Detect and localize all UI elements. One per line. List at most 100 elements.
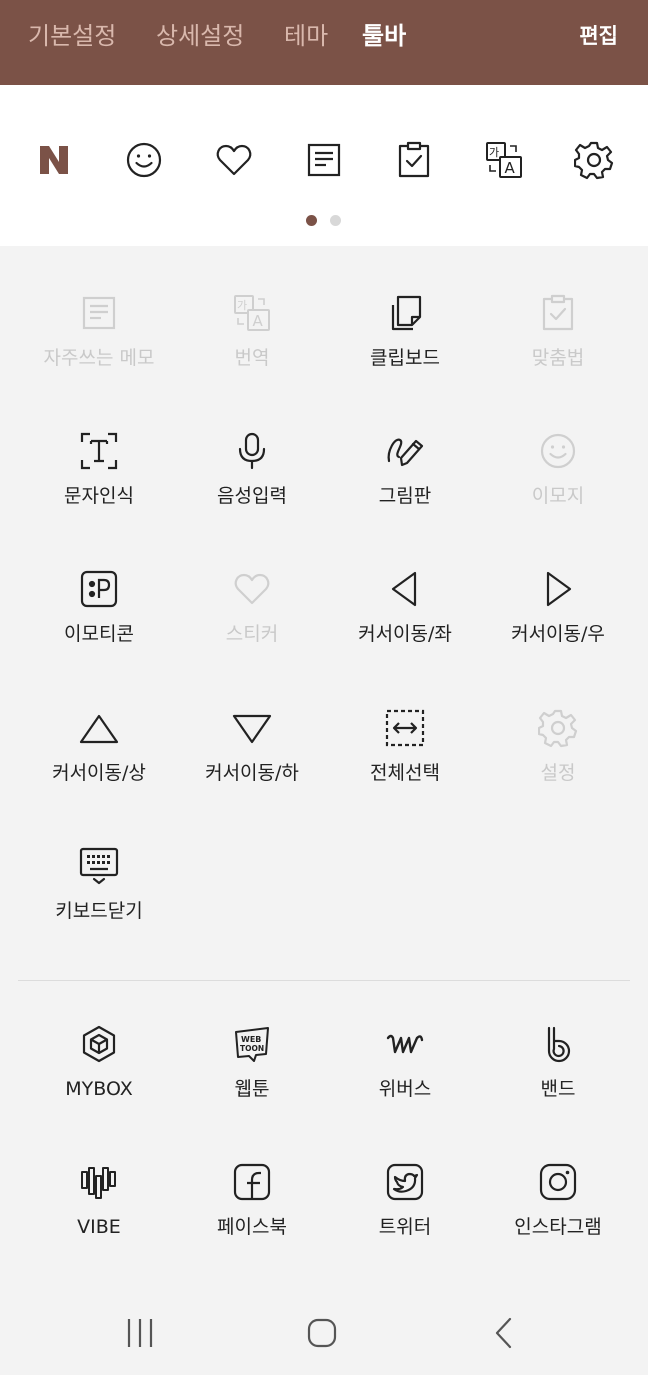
- naver-n-icon[interactable]: [34, 140, 74, 180]
- facebook-icon: [232, 1162, 272, 1202]
- tool-translate[interactable]: 가A 번역: [171, 293, 333, 413]
- home-icon[interactable]: [302, 1316, 342, 1350]
- app-label: 웹툰: [234, 1078, 270, 1100]
- app-label: VIBE: [77, 1216, 121, 1238]
- select-all-icon: [385, 708, 425, 748]
- back-icon[interactable]: [484, 1316, 524, 1350]
- keyboard-close-icon: [79, 846, 119, 886]
- tool-frequent-memo[interactable]: 자주쓰는 메모: [18, 293, 180, 413]
- tool-cursor-up[interactable]: 커서이동/상: [18, 708, 180, 828]
- heart-icon: [232, 569, 272, 609]
- triangle-left-icon: [385, 569, 425, 609]
- tool-label: 맞춤법: [531, 347, 585, 369]
- tool-label: 자주쓰는 메모: [43, 347, 155, 369]
- tool-close-keyboard[interactable]: 키보드닫기: [18, 846, 180, 966]
- tool-label: 클립보드: [370, 347, 440, 369]
- heart-icon[interactable]: [214, 140, 254, 180]
- emoji-icon[interactable]: [124, 140, 164, 180]
- tool-label: 커서이동/상: [52, 762, 146, 784]
- band-icon: [538, 1024, 578, 1064]
- tool-cursor-left[interactable]: 커서이동/좌: [324, 569, 486, 689]
- system-nav-bar: [0, 1290, 648, 1375]
- webtoon-badge-bottom: TOON: [240, 1044, 264, 1053]
- app-weverse[interactable]: 위버스: [324, 1024, 486, 1144]
- gear-icon: [538, 708, 578, 748]
- app-vibe[interactable]: VIBE: [18, 1162, 180, 1282]
- page-indicator-dot-active: [306, 215, 317, 226]
- translate-icon[interactable]: 가A: [484, 140, 524, 180]
- text-recognition-icon: [79, 431, 119, 471]
- svg-text:A: A: [253, 312, 264, 330]
- microphone-icon: [232, 431, 272, 471]
- top-tab-bar: 기본설정 상세설정 테마 툴바 편집: [0, 0, 648, 85]
- app-facebook[interactable]: 페이스북: [171, 1162, 333, 1282]
- tool-text-recognition[interactable]: 문자인식: [18, 431, 180, 551]
- app-instagram[interactable]: 인스타그램: [477, 1162, 639, 1282]
- pencil-icon: [385, 431, 425, 471]
- app-mybox[interactable]: MYBOX: [18, 1024, 180, 1144]
- recent-apps-icon[interactable]: [120, 1316, 160, 1350]
- emoji-icon: [538, 431, 578, 471]
- mybox-icon: [79, 1024, 119, 1064]
- section-divider: [18, 980, 630, 981]
- app-band[interactable]: 밴드: [477, 1024, 639, 1144]
- app-label: 밴드: [540, 1078, 576, 1100]
- tool-drawing-board[interactable]: 그림판: [324, 431, 486, 551]
- memo-icon[interactable]: [304, 140, 344, 180]
- tool-label: 커서이동/좌: [358, 623, 452, 645]
- tool-label: 음성입력: [217, 485, 287, 507]
- clipboard-check-icon[interactable]: [394, 140, 434, 180]
- vibe-icon: [79, 1162, 119, 1202]
- tool-label: 스티커: [225, 623, 279, 645]
- tab-theme[interactable]: 테마: [284, 19, 328, 53]
- svg-text:가: 가: [489, 146, 499, 159]
- tool-cursor-right[interactable]: 커서이동/우: [477, 569, 639, 689]
- tool-label: 이모지: [531, 485, 585, 507]
- tool-label: 전체선택: [370, 762, 440, 784]
- app-label: 트위터: [378, 1216, 432, 1238]
- tool-label: 번역: [234, 347, 270, 369]
- tool-voice-input[interactable]: 음성입력: [171, 431, 333, 551]
- tool-emoji[interactable]: 이모지: [477, 431, 639, 551]
- app-label: 인스타그램: [514, 1216, 602, 1238]
- app-webtoon[interactable]: WEB TOON 웹툰: [171, 1024, 333, 1144]
- tool-label: 설정: [540, 762, 576, 784]
- tool-clipboard[interactable]: 클립보드: [324, 293, 486, 413]
- tool-sticker[interactable]: 스티커: [171, 569, 333, 689]
- webtoon-icon: WEB TOON: [232, 1024, 272, 1064]
- instagram-icon: [538, 1162, 578, 1202]
- tab-basic-settings[interactable]: 기본설정: [28, 19, 116, 53]
- tool-select-all[interactable]: 전체선택: [324, 708, 486, 828]
- triangle-up-icon: [79, 708, 119, 748]
- toolbar-preview-strip: 가A: [0, 85, 648, 246]
- tool-label: 커서이동/하: [205, 762, 299, 784]
- tool-label: 문자인식: [64, 485, 134, 507]
- app-label: MYBOX: [65, 1078, 133, 1100]
- spellcheck-icon: [538, 293, 578, 333]
- edit-button[interactable]: 편집: [579, 20, 618, 52]
- svg-text:가: 가: [237, 299, 247, 312]
- gear-icon[interactable]: [574, 140, 614, 180]
- tool-label: 키보드닫기: [55, 900, 143, 922]
- clipboard-icon: [385, 293, 425, 333]
- tool-label: 이모티콘: [64, 623, 134, 645]
- tool-cursor-down[interactable]: 커서이동/하: [171, 708, 333, 828]
- weverse-icon: [385, 1024, 425, 1064]
- twitter-icon: [385, 1162, 425, 1202]
- tool-label: 커서이동/우: [511, 623, 605, 645]
- tab-toolbar[interactable]: 툴바: [362, 19, 406, 53]
- page-indicator-dot: [330, 215, 341, 226]
- triangle-right-icon: [538, 569, 578, 609]
- tool-spellcheck[interactable]: 맞춤법: [477, 293, 639, 413]
- emoticon-icon: [79, 569, 119, 609]
- memo-icon: [79, 293, 119, 333]
- tab-detail-settings[interactable]: 상세설정: [156, 19, 244, 53]
- tool-settings[interactable]: 설정: [477, 708, 639, 828]
- tool-emoticon[interactable]: 이모티콘: [18, 569, 180, 689]
- tool-label: 그림판: [378, 485, 432, 507]
- app-twitter[interactable]: 트위터: [324, 1162, 486, 1282]
- triangle-down-icon: [232, 708, 272, 748]
- translate-icon: 가A: [232, 293, 272, 333]
- app-label: 페이스북: [217, 1216, 287, 1238]
- app-label: 위버스: [378, 1078, 432, 1100]
